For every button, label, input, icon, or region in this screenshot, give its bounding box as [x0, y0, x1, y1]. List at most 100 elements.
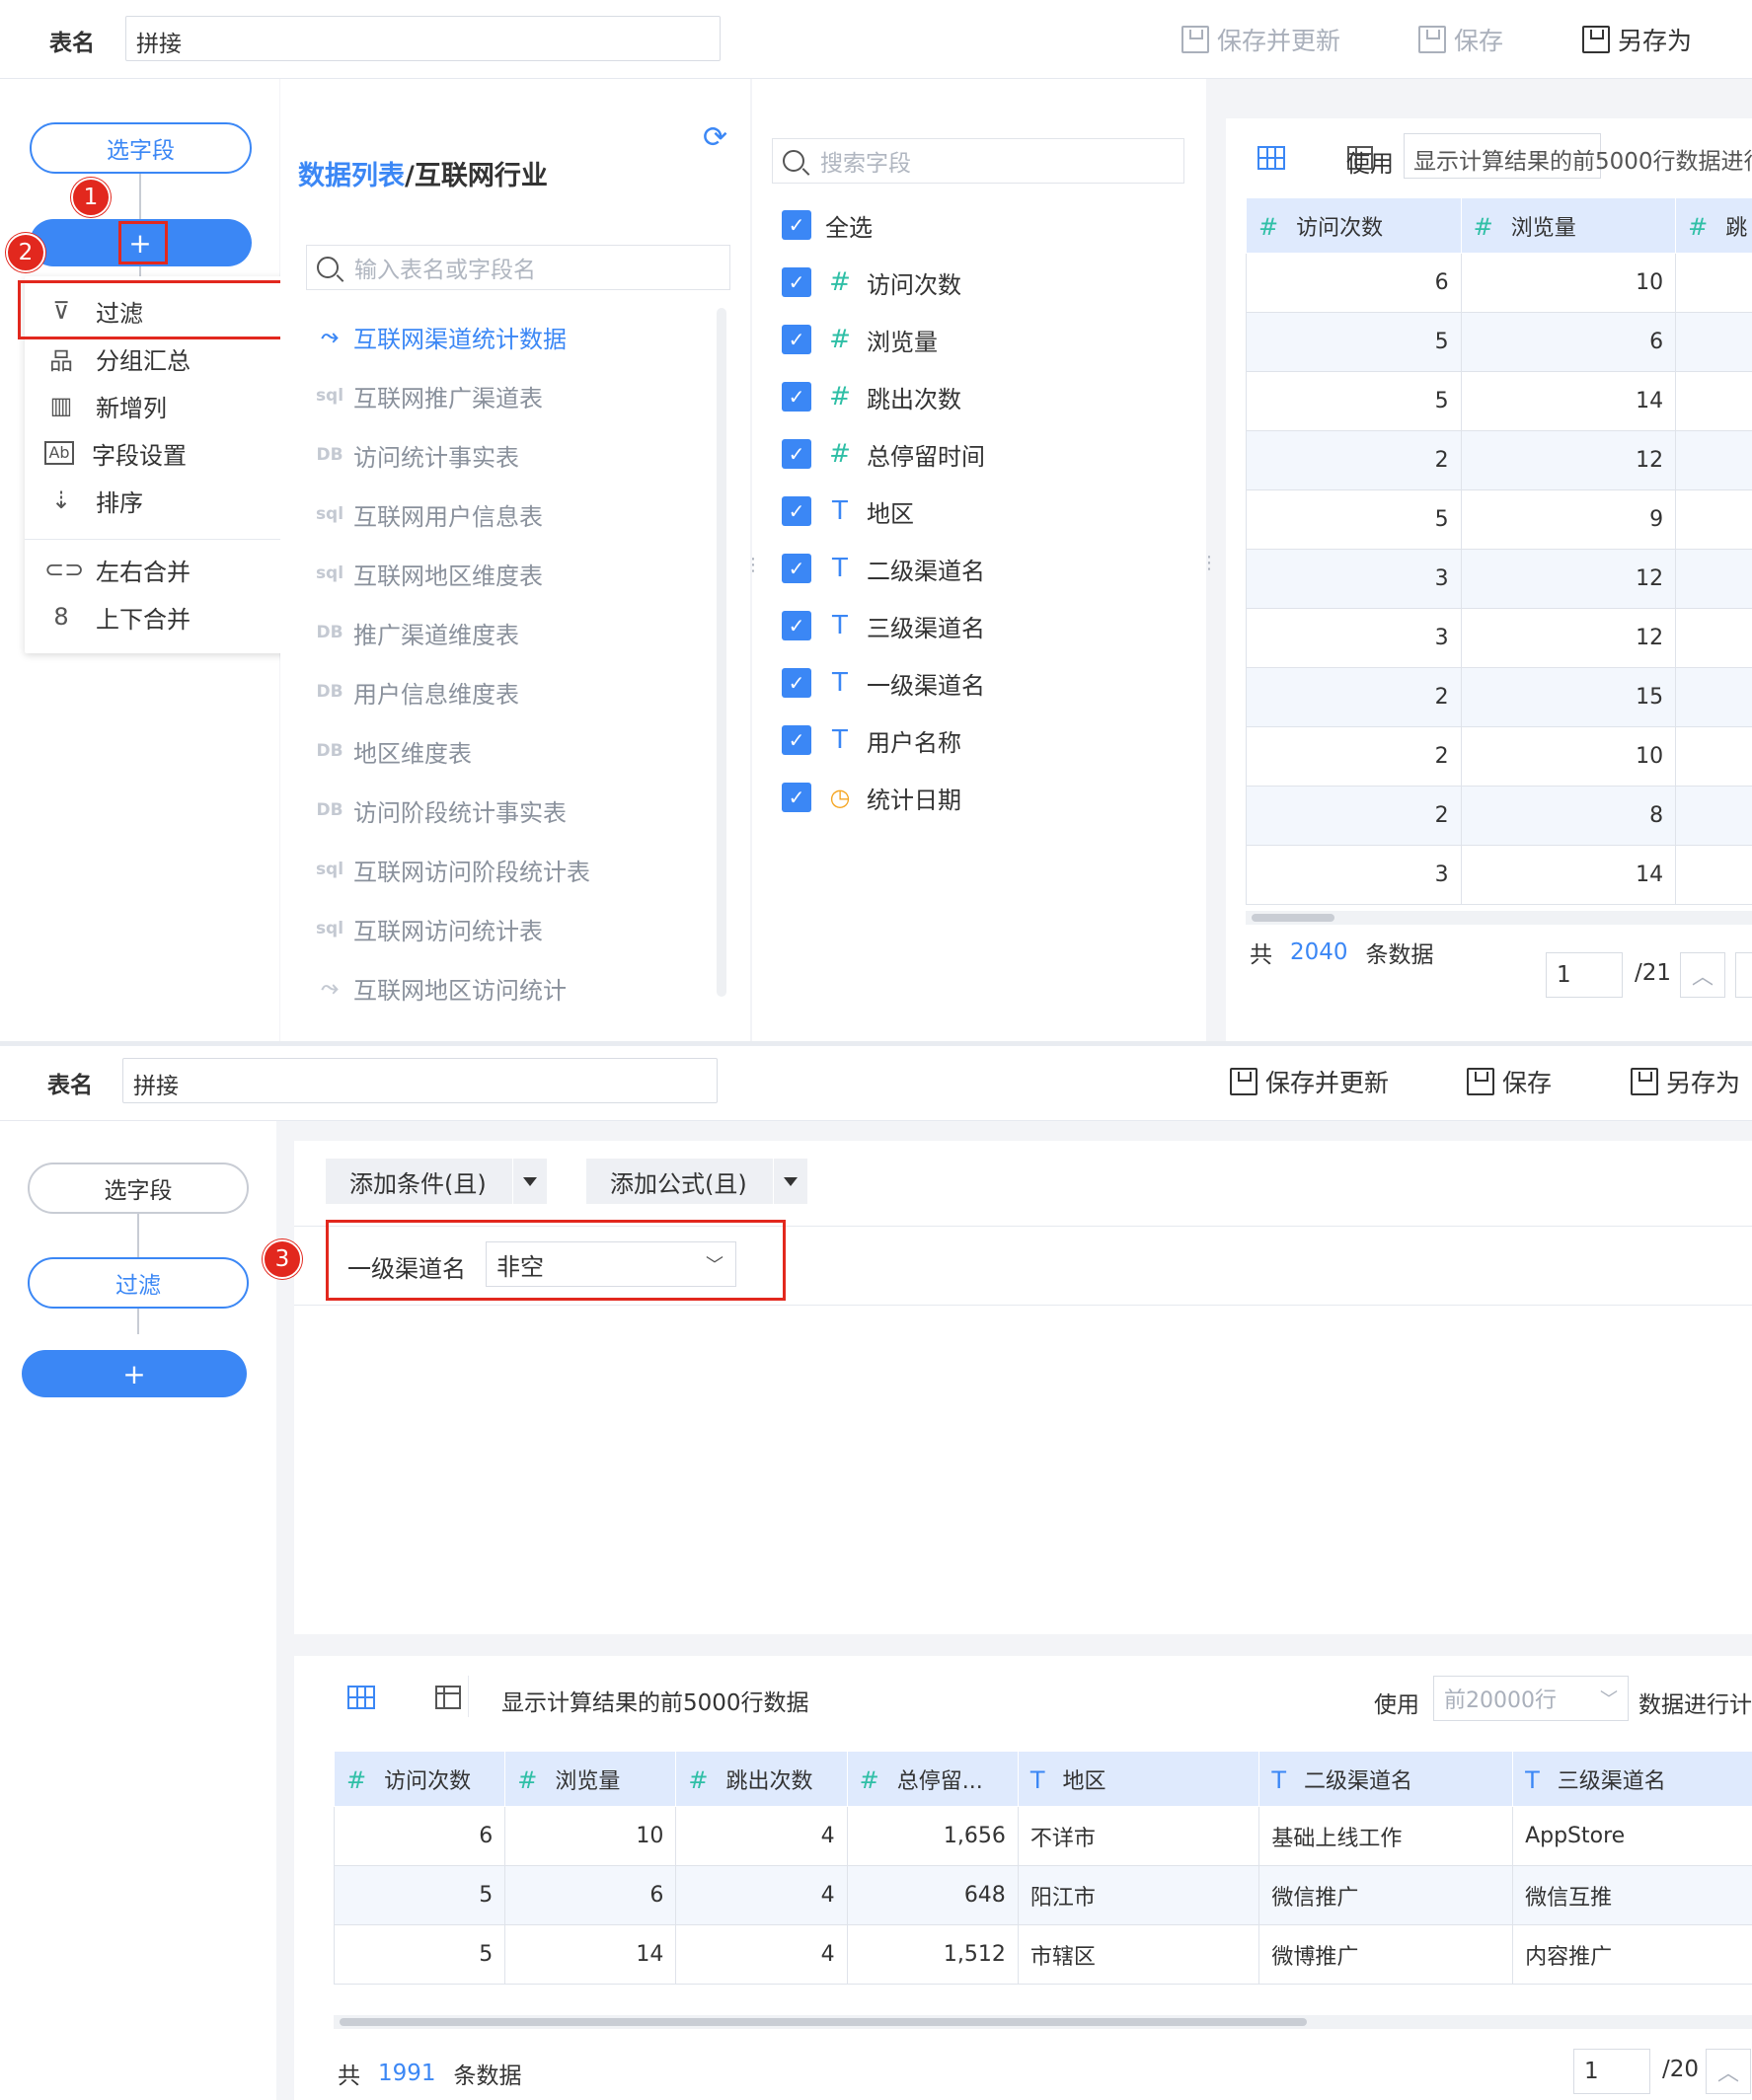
sql-icon: sql	[315, 386, 344, 406]
table-cell: 10	[504, 1806, 677, 1866]
column-header[interactable]: # 跳出次数	[675, 1751, 848, 1807]
save-as-icon	[1582, 26, 1610, 53]
text-type-icon: T	[832, 554, 848, 583]
field-search-input[interactable]: 搜索字段	[772, 138, 1184, 184]
field-item[interactable]: ✓ T 地区	[782, 487, 914, 536]
table-item[interactable]: sql 互联网访问阶段统计表	[306, 845, 701, 894]
table-cell: 2	[1246, 667, 1462, 727]
field-item[interactable]: ✓ T 一级渠道名	[782, 658, 985, 708]
horizontal-scrollbar[interactable]	[334, 2015, 1752, 2029]
field-item[interactable]: ✓ # 浏览量	[782, 315, 938, 364]
save-as-button[interactable]: 另存为	[1631, 1064, 1740, 1099]
row-limit-select[interactable]: 前20000行 ﹀	[1433, 1676, 1629, 1721]
resize-handle-icon[interactable]: ⋮	[744, 555, 762, 575]
field-item[interactable]: ✓ T 三级渠道名	[782, 601, 985, 650]
field-item[interactable]: ✓ ◷ 统计日期	[782, 773, 961, 822]
table-item-label: 访问统计事实表	[353, 443, 519, 472]
table-search-input[interactable]: 输入表名或字段名	[306, 245, 730, 290]
select-all-checkbox[interactable]: ✓ 全选	[782, 200, 873, 250]
chevron-up-icon: ︿	[1716, 2062, 1739, 2086]
select-fields-step[interactable]: 选字段	[30, 122, 252, 174]
save-button[interactable]: 保存	[1467, 1064, 1552, 1099]
grid-view-icon[interactable]	[1257, 146, 1285, 170]
table-cell: 2	[1246, 726, 1462, 787]
column-header[interactable]: T 二级渠道名	[1258, 1751, 1514, 1807]
grid-view-icon[interactable]	[347, 1686, 375, 1709]
page-up-button[interactable]: ︿	[1706, 2049, 1751, 2094]
page-down-button[interactable]	[1735, 952, 1752, 998]
number-type-icon: #	[688, 1765, 709, 1794]
number-type-icon: #	[829, 267, 851, 297]
field-item[interactable]: ✓ # 跳出次数	[782, 372, 961, 421]
table-item[interactable]: ⤳ 互联网渠道统计数据	[306, 312, 701, 361]
table-item[interactable]: DB 访问统计事实表	[306, 430, 701, 480]
menu-item-add-column[interactable]: ▥ 新增列	[25, 383, 301, 428]
table-cell	[1675, 549, 1752, 609]
field-panel: 搜索字段 ⋮ ✓ 全选 ✓ # 访问次数 ✓ # 浏览量 ✓ # 跳出次数 ✓ # 总停留时间 ✓…	[744, 79, 1206, 1041]
table-cell: 10	[1460, 253, 1677, 313]
table-name-input[interactable]: 拼接	[125, 16, 721, 61]
add-step-button[interactable]: +	[22, 1350, 247, 1397]
table-item[interactable]: sql 互联网地区维度表	[306, 549, 701, 598]
table-row: 2 15	[1246, 667, 1752, 727]
field-item[interactable]: ✓ # 总停留时间	[782, 429, 985, 479]
total-suffix: 条数据	[453, 2063, 522, 2089]
column-header[interactable]: T 地区	[1017, 1751, 1260, 1807]
table-cell: 6	[504, 1865, 677, 1925]
table-cell: AppStore	[1512, 1806, 1752, 1866]
table-cell	[1675, 667, 1752, 727]
scrollbar-thumb[interactable]	[340, 2018, 1307, 2026]
table-item[interactable]: ⤳ 互联网地区访问统计	[306, 963, 701, 1012]
filter-step[interactable]: 过滤	[28, 1257, 249, 1309]
add-formula-button[interactable]: 添加公式(且)	[586, 1159, 807, 1204]
save-update-button[interactable]: 保存并更新	[1230, 1064, 1389, 1099]
field-label: 统计日期	[867, 786, 961, 814]
table-name-input[interactable]: 拼接	[122, 1058, 718, 1103]
table-item[interactable]: sql 互联网推广渠道表	[306, 371, 701, 420]
page-input[interactable]: 1	[1546, 952, 1623, 998]
scrollbar[interactable]	[717, 308, 726, 997]
menu-item-merge-horizontal[interactable]: ⊂⊃ 左右合并	[25, 547, 301, 592]
column-header[interactable]: # 访问次数	[334, 1751, 506, 1807]
table-item[interactable]: DB 访问阶段统计事实表	[306, 786, 701, 835]
menu-item-field-settings[interactable]: Ab 字段设置	[25, 430, 301, 476]
column-header[interactable]: T 三级渠道名	[1512, 1751, 1752, 1807]
resize-handle-icon[interactable]: ⋮	[1200, 553, 1218, 573]
select-fields-step[interactable]: 选字段	[28, 1162, 249, 1214]
menu-item-sort[interactable]: ⇣ 排序	[25, 478, 301, 523]
page-input[interactable]: 1	[1573, 2049, 1650, 2094]
merge-vertical-icon: 8	[53, 603, 69, 631]
checkbox-icon: ✓	[782, 439, 811, 469]
save-button[interactable]: 保存	[1418, 22, 1503, 57]
column-header[interactable]: # 跳	[1675, 197, 1752, 254]
horizontal-scrollbar[interactable]	[1246, 911, 1752, 925]
column-header[interactable]: # 访问次数	[1246, 197, 1462, 254]
table-item[interactable]: DB 用户信息维度表	[306, 667, 701, 716]
column-header[interactable]: # 浏览量	[1460, 197, 1677, 254]
header-label: 访问次数	[1296, 215, 1384, 241]
menu-item-group[interactable]: 品分组汇总	[25, 336, 301, 381]
breadcrumb-link[interactable]: 数据列表	[298, 161, 405, 191]
refresh-icon[interactable]: ⟳	[703, 120, 727, 155]
table-item[interactable]: DB 地区维度表	[306, 726, 701, 776]
page-up-button[interactable]: ︿	[1680, 952, 1725, 998]
scrollbar-thumb[interactable]	[1252, 914, 1334, 922]
save-as-button[interactable]: 另存为	[1582, 22, 1692, 57]
column-header[interactable]: # 浏览量	[504, 1751, 677, 1807]
field-item[interactable]: ✓ # 访问次数	[782, 258, 961, 307]
table-item[interactable]: DB 推广渠道维度表	[306, 608, 701, 657]
preview-caption: 显示计算结果的前5000行数据	[501, 1690, 809, 1716]
field-item[interactable]: ✓ T 用户名称	[782, 715, 961, 765]
menu-label: 排序	[96, 488, 143, 517]
column-header[interactable]: # 总停留...	[846, 1751, 1019, 1807]
menu-item-merge-vertical[interactable]: 8 上下合并	[25, 594, 301, 639]
field-item[interactable]: ✓ T 二级渠道名	[782, 544, 985, 593]
table-cell	[1675, 430, 1752, 490]
add-condition-button[interactable]: 添加条件(且)	[326, 1159, 547, 1204]
table-view-icon[interactable]	[435, 1686, 462, 1709]
save-update-button[interactable]: 保存并更新	[1181, 22, 1340, 57]
table-item[interactable]: sql 互联网访问统计表	[306, 904, 701, 953]
table-item[interactable]: sql 互联网用户信息表	[306, 489, 701, 539]
header-label: 跳出次数	[725, 1768, 813, 1794]
save-update-label: 保存并更新	[1217, 27, 1341, 55]
